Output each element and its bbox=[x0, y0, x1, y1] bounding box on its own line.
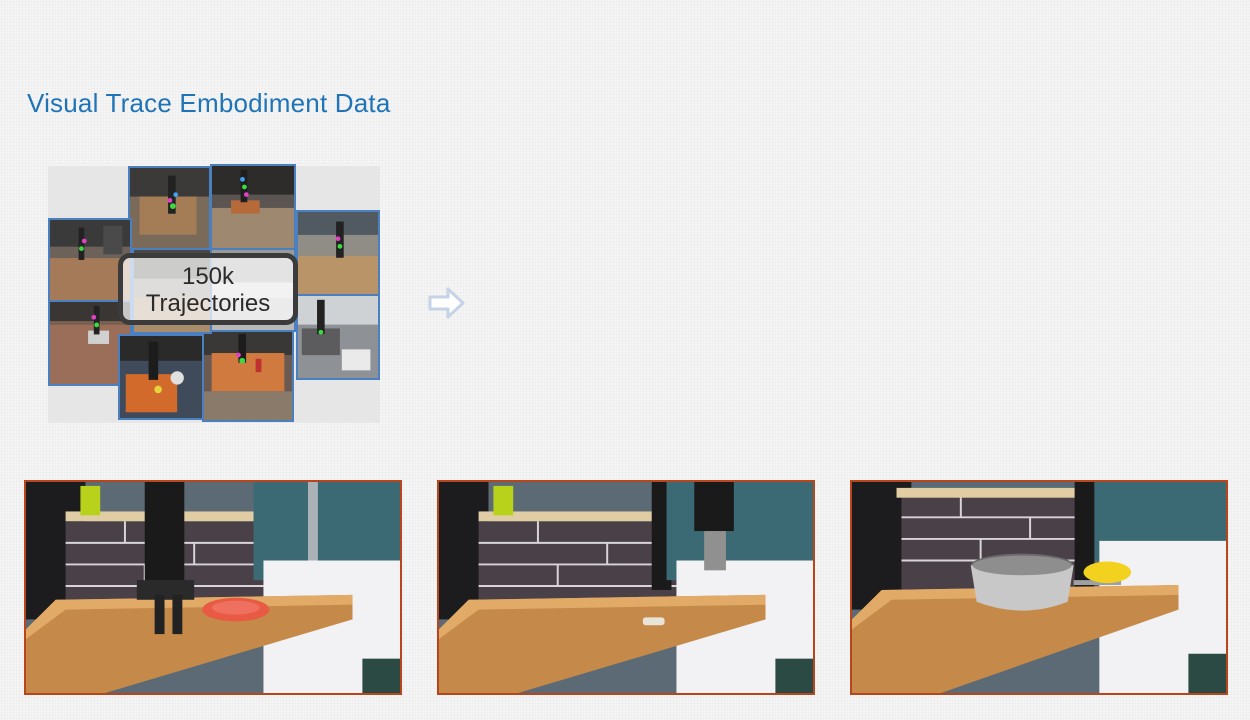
demo-frame-plate bbox=[24, 480, 402, 695]
demo-frame-pot bbox=[850, 480, 1228, 695]
trajectory-thumbnail bbox=[202, 330, 294, 422]
trajectory-count-badge: 150k Trajectories bbox=[118, 253, 298, 325]
badge-count: 150k bbox=[181, 263, 235, 290]
page-title: Visual Trace Embodiment Data bbox=[27, 88, 391, 118]
demo-frame-object bbox=[437, 480, 815, 695]
trajectory-thumbnail bbox=[118, 334, 204, 420]
right-arrow-icon bbox=[428, 286, 466, 320]
badge-label: Trajectories bbox=[145, 290, 271, 317]
trajectory-thumbnail bbox=[296, 294, 380, 380]
trajectory-thumbnail bbox=[128, 166, 211, 250]
trajectory-thumbnail bbox=[296, 210, 380, 296]
trajectory-collage: 150k Trajectories bbox=[48, 164, 380, 423]
trajectory-thumbnail bbox=[210, 164, 296, 250]
